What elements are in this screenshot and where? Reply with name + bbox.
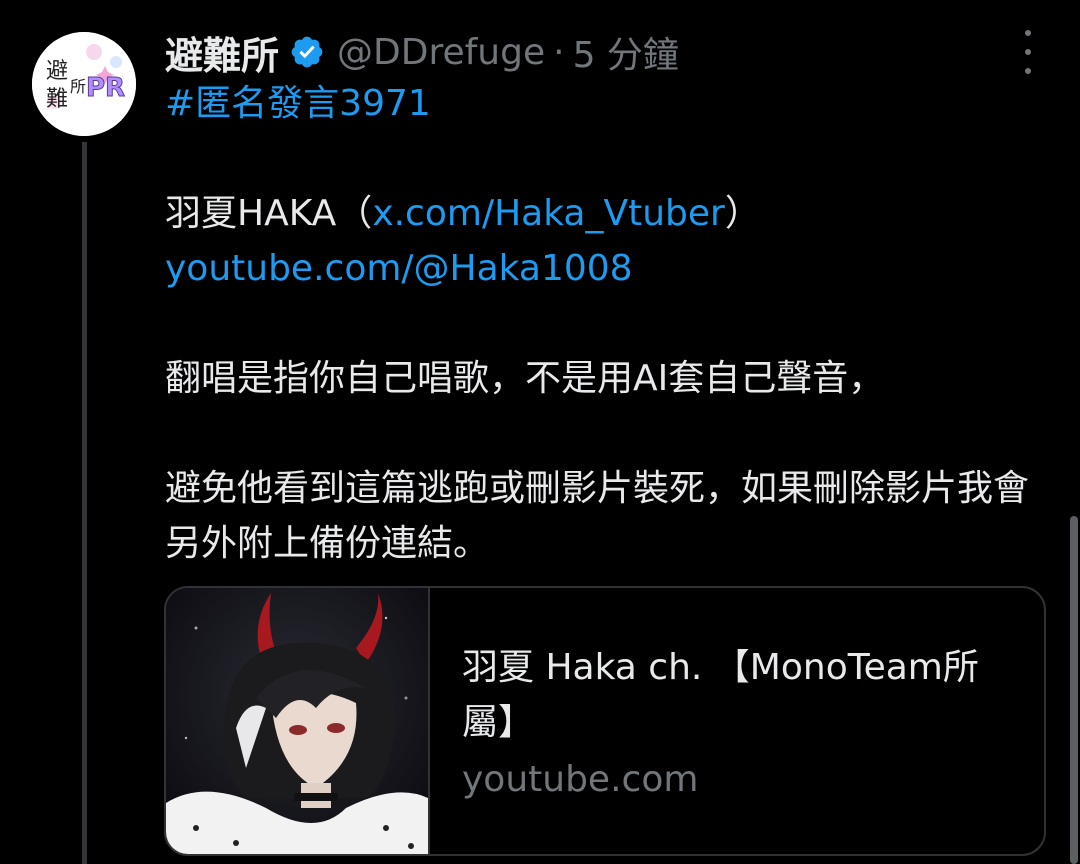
hashtag-line: #匿名發言3971 [165, 76, 1055, 131]
more-dot [1025, 30, 1031, 36]
card-domain: youtube.com [462, 759, 699, 800]
tweet-header: 避難所 @DDrefuge · 5 分鐘 [165, 22, 679, 82]
tweet[interactable]: 避 難 所 PR 避難所 @DDrefuge · 5 分鐘 #匿名發言3971 … [0, 0, 1080, 864]
more-options-icon[interactable] [1010, 30, 1046, 74]
handle[interactable]: @DDrefuge [337, 32, 545, 73]
separator-dot: · [553, 31, 565, 73]
name-text: 羽夏HAKA（ [165, 193, 373, 234]
timestamp[interactable]: 5 分鐘 [573, 26, 679, 78]
card-text: 羽夏 Haka ch. 【MonoTeam所屬】 youtube.com [462, 640, 1022, 807]
verified-badge-icon [289, 34, 325, 70]
avatar[interactable]: 避 難 所 PR [32, 32, 136, 136]
name-suffix: ） [724, 193, 761, 234]
more-dot [1025, 49, 1031, 55]
youtube-link[interactable]: youtube.com/@Haka1008 [165, 248, 633, 289]
more-dot [1025, 68, 1031, 74]
avatar-char-2: 難 [46, 87, 68, 112]
card-title: 羽夏 Haka ch. 【MonoTeam所屬】 [462, 647, 979, 743]
thread-line [82, 142, 87, 864]
name-line: 羽夏HAKA（x.com/Haka_Vtuber） [165, 186, 1055, 241]
display-name[interactable]: 避難所 [165, 25, 279, 80]
link-preview-card[interactable]: 羽夏 Haka ch. 【MonoTeam所屬】 youtube.com [164, 586, 1046, 856]
paragraph-1: 翻唱是指你自己唱歌，不是用AI套自己聲音， [165, 358, 885, 399]
x-profile-link[interactable]: x.com/Haka_Vtuber [372, 193, 725, 234]
card-thumbnail [166, 588, 428, 854]
hashtag-link[interactable]: #匿名發言3971 [165, 83, 431, 124]
avatar-pr-text: PR [86, 73, 125, 103]
card-divider [428, 588, 430, 854]
scrollbar[interactable] [1070, 516, 1078, 864]
tweet-body: #匿名發言3971 羽夏HAKA（x.com/Haka_Vtuber） yout… [165, 76, 1055, 571]
paragraph-2: 避免他看到這篇逃跑或刪影片裝死，如果刪除影片我會另外附上備份連結。 [165, 468, 1030, 564]
youtube-line: youtube.com/@Haka1008 [165, 241, 1055, 296]
avatar-char-3: 所 [70, 77, 86, 96]
avatar-char-1: 避 [46, 59, 68, 84]
